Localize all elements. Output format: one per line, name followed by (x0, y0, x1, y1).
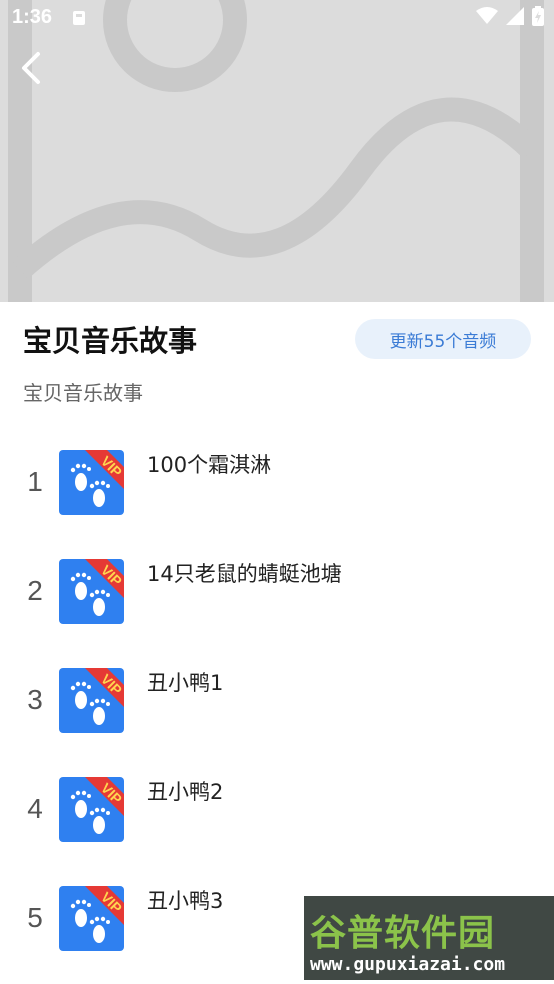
watermark-title: 谷普软件园 (310, 913, 496, 954)
status-bar: 1:36 (0, 0, 554, 36)
list-item[interactable]: 1 VIP 100个霜淇淋 (0, 440, 554, 520)
track-cover: VIP (59, 559, 124, 624)
track-title: 100个霜淇淋 (147, 453, 272, 477)
watermark: 谷普软件园 www.gupuxiazai.com (304, 896, 554, 980)
track-title: 丑小鸭3 (147, 889, 224, 913)
track-title: 丑小鸭1 (147, 671, 224, 695)
album-cover-placeholder (0, 0, 554, 302)
signal-icon (506, 7, 524, 29)
track-number: 3 (27, 684, 43, 715)
track-number: 5 (27, 902, 43, 933)
back-button[interactable] (14, 48, 50, 88)
status-time: 1:36 (12, 6, 53, 28)
list-item[interactable]: 2 VIP 14只老鼠的蜻蜓池塘 (0, 549, 554, 629)
track-title: 14只老鼠的蜻蜓池塘 (147, 562, 342, 586)
track-number: 4 (27, 793, 43, 824)
watermark-url: www.gupuxiazai.com (310, 954, 506, 975)
track-cover: VIP (59, 777, 124, 842)
track-cover: VIP (59, 450, 124, 515)
album-title: 宝贝音乐故事 (23, 324, 198, 358)
update-count-button[interactable]: 更新55个音频 (355, 319, 531, 359)
chevron-left-icon (22, 52, 40, 84)
track-cover: VIP (59, 668, 124, 733)
list-item[interactable]: 3 VIP 丑小鸭1 (0, 658, 554, 738)
track-cover: VIP (59, 886, 124, 951)
album-subtitle: 宝贝音乐故事 (23, 381, 143, 405)
track-number: 1 (27, 466, 43, 497)
list-item[interactable]: 4 VIP 丑小鸭2 (0, 767, 554, 847)
wifi-icon (476, 7, 498, 29)
notification-icon (72, 10, 86, 30)
battery-icon (532, 6, 544, 30)
image-placeholder-icon (0, 0, 554, 302)
track-title: 丑小鸭2 (147, 780, 224, 804)
track-number: 2 (27, 575, 43, 606)
